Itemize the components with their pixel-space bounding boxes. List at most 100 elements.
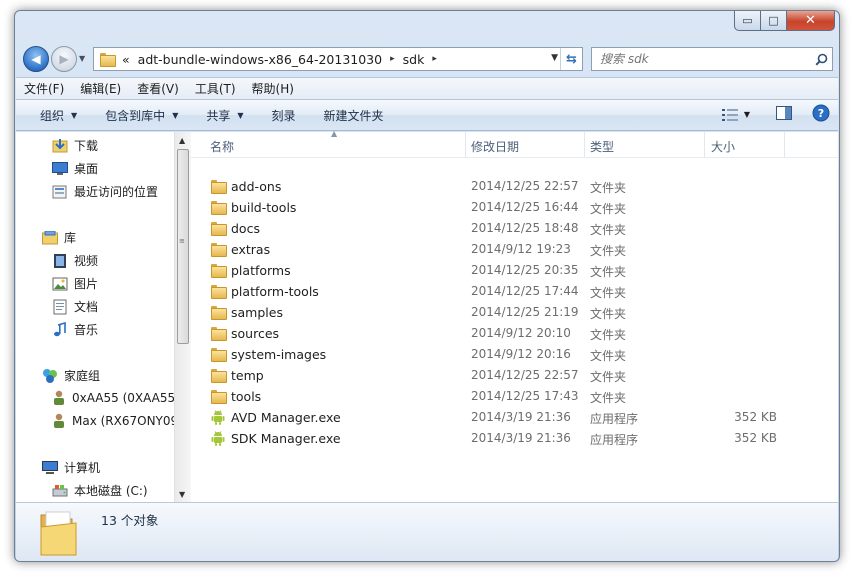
table-row[interactable]: temp 2014/12/25 22:57 文件夹 [191, 365, 838, 386]
address-bar[interactable]: « adt-bundle-windows-x86_64-20131030 ▸ s… [93, 47, 583, 71]
scrollbar-thumb[interactable] [177, 149, 189, 344]
table-row[interactable]: tools 2014/12/25 17:43 文件夹 [191, 386, 838, 407]
menu-edit[interactable]: 编辑(E) [72, 80, 129, 97]
breadcrumb-overflow[interactable]: « [122, 52, 130, 67]
nav-item-pictures[interactable]: 图片 [52, 275, 98, 292]
table-row[interactable]: system-images 2014/9/12 20:16 文件夹 [191, 344, 838, 365]
column-header-name[interactable]: 名称 [210, 138, 234, 155]
folder-icon [211, 222, 227, 236]
file-name: AVD Manager.exe [231, 410, 341, 425]
nav-item-music[interactable]: 音乐 [52, 321, 98, 338]
file-type: 文件夹 [590, 349, 627, 363]
file-name: docs [231, 221, 260, 236]
nav-item-videos[interactable]: 视频 [52, 252, 98, 269]
column-divider[interactable] [465, 132, 466, 158]
file-name: tools [231, 389, 262, 404]
file-date: 2014/12/25 17:43 [471, 389, 579, 403]
table-row[interactable]: AVD Manager.exe 2014/3/19 21:36 应用程序 352 KB [191, 407, 838, 428]
folder-icon [211, 348, 227, 362]
column-divider[interactable] [704, 132, 705, 158]
table-row[interactable]: sources 2014/9/12 20:10 文件夹 [191, 323, 838, 344]
share-button[interactable]: 共享 ▼ [192, 107, 257, 124]
menu-help[interactable]: 帮助(H) [244, 80, 302, 97]
scroll-down-icon[interactable]: ▼ [179, 490, 185, 499]
table-row[interactable]: extras 2014/9/12 19:23 文件夹 [191, 239, 838, 260]
preview-pane-button[interactable] [776, 106, 792, 123]
menu-tools[interactable]: 工具(T) [187, 80, 244, 97]
chevron-down-icon: ▼ [237, 110, 244, 120]
folder-icon [211, 180, 227, 194]
address-row: ◀ ▶ ▼ « adt-bundle-windows-x86_64-201310… [21, 45, 833, 73]
new-folder-label: 新建文件夹 [323, 108, 384, 123]
table-row[interactable]: platforms 2014/12/25 20:35 文件夹 [191, 260, 838, 281]
nav-label: Max (RX67ONY09 [72, 414, 179, 428]
close-button[interactable]: ✕ [787, 11, 835, 31]
table-row[interactable]: SDK Manager.exe 2014/3/19 21:36 应用程序 352 KB [191, 428, 838, 449]
nav-item-documents[interactable]: 文档 [52, 298, 98, 315]
menu-file[interactable]: 文件(F) [16, 80, 72, 97]
view-options-button[interactable]: ▼ [721, 108, 750, 121]
minimize-button[interactable]: ▭ [734, 11, 761, 31]
nav-label: 计算机 [64, 461, 101, 475]
file-name: platform-tools [231, 284, 319, 299]
nav-item-homegroup-user-2[interactable]: Max (RX67ONY09 [52, 413, 178, 429]
navigation-pane: 下载 桌面 最近访问的位置 库 视频 图片 文档 音乐 家庭组 0xAA55 (… [16, 132, 190, 502]
new-folder-button[interactable]: 新建文件夹 [310, 107, 398, 124]
file-name: temp [231, 368, 264, 383]
column-header-date[interactable]: 修改日期 [471, 138, 519, 155]
table-row[interactable]: docs 2014/12/25 18:48 文件夹 [191, 218, 838, 239]
column-header-size[interactable]: 大小 [711, 138, 735, 155]
help-icon: ? [812, 104, 830, 122]
file-date: 2014/12/25 20:35 [471, 263, 579, 277]
forward-button[interactable]: ▶ [51, 46, 77, 72]
breadcrumb-separator-icon[interactable]: ▸ [432, 54, 437, 64]
nav-item-desktop[interactable]: 桌面 [52, 160, 98, 177]
include-library-label: 包含到库中 [105, 108, 166, 123]
include-in-library-button[interactable]: 包含到库中 ▼ [91, 107, 192, 124]
table-row[interactable]: platform-tools 2014/12/25 17:44 文件夹 [191, 281, 838, 302]
breadcrumb-separator-icon[interactable]: ▸ [390, 54, 395, 64]
refresh-button[interactable]: ⇆ [560, 48, 582, 70]
table-row[interactable]: samples 2014/12/25 21:19 文件夹 [191, 302, 838, 323]
nav-scrollbar[interactable]: ▲ ≡ ▼ [174, 132, 191, 502]
maximize-button[interactable]: □ [761, 11, 787, 31]
android-icon [211, 410, 225, 425]
breadcrumb-item-bundle[interactable]: adt-bundle-windows-x86_64-20131030 [138, 52, 382, 67]
nav-item-local-disk[interactable]: 本地磁盘 (C:) [52, 482, 148, 499]
address-history-dropdown[interactable]: ▼ [551, 53, 558, 63]
organize-button[interactable]: 组织 ▼ [16, 107, 91, 124]
file-type: 文件夹 [590, 370, 627, 384]
nav-item-computer[interactable]: 计算机 [42, 459, 100, 476]
grip-icon: ≡ [179, 237, 185, 245]
file-name: sources [231, 326, 280, 341]
back-button[interactable]: ◀ [23, 46, 49, 72]
nav-item-recent-places[interactable]: 最近访问的位置 [52, 183, 158, 200]
nav-label: 0xAA55 (0XAA55- [72, 391, 180, 405]
menu-view[interactable]: 查看(V) [129, 80, 187, 97]
table-row[interactable]: add-ons 2014/12/25 22:57 文件夹 [191, 176, 838, 197]
item-count: 13 个对象 [101, 513, 159, 528]
nav-item-downloads[interactable]: 下载 [52, 137, 98, 154]
search-input[interactable] [592, 52, 810, 66]
file-type: 文件夹 [590, 391, 627, 405]
nav-item-libraries[interactable]: 库 [42, 229, 76, 246]
nav-item-homegroup-user-1[interactable]: 0xAA55 (0XAA55- [52, 390, 179, 406]
table-row[interactable]: build-tools 2014/12/25 16:44 文件夹 [191, 197, 838, 218]
column-header-type[interactable]: 类型 [590, 138, 614, 155]
scroll-up-icon[interactable]: ▲ [179, 136, 185, 145]
column-divider[interactable] [584, 132, 585, 158]
search-box[interactable] [591, 47, 833, 71]
column-divider[interactable] [784, 132, 785, 158]
nav-item-homegroup[interactable]: 家庭组 [42, 367, 100, 384]
file-size: 352 KB [734, 431, 777, 445]
file-type: 应用程序 [590, 433, 639, 447]
chevron-down-icon: ▼ [172, 110, 179, 120]
help-button[interactable]: ? [812, 104, 830, 125]
file-type: 文件夹 [590, 181, 627, 195]
nav-label: 桌面 [74, 162, 99, 176]
breadcrumb-item-sdk[interactable]: sdk [403, 52, 425, 67]
burn-button[interactable]: 刻录 [258, 107, 310, 124]
search-icon[interactable] [810, 53, 832, 66]
recent-pages-dropdown[interactable]: ▼ [79, 54, 89, 63]
downloads-icon [52, 138, 68, 152]
